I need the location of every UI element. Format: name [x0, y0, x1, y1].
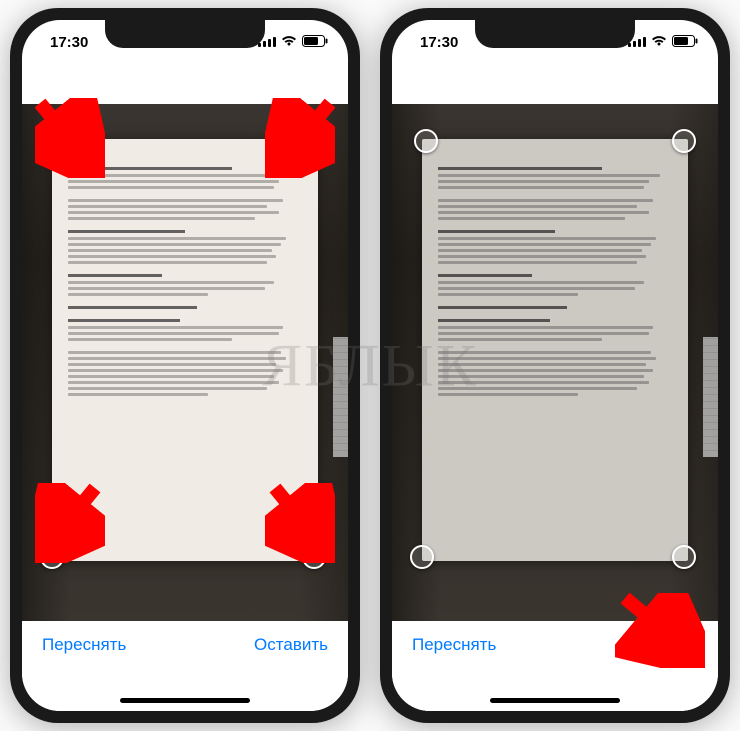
scan-content: Переснять Оставить: [392, 64, 718, 711]
crop-handle-bottom-right[interactable]: [302, 545, 326, 569]
crop-handle-top-left[interactable]: [414, 129, 438, 153]
wifi-icon: [651, 34, 667, 51]
phone-right: 17:30: [380, 8, 730, 723]
crop-handle-bottom-left[interactable]: [410, 545, 434, 569]
battery-icon: [302, 34, 328, 51]
home-indicator[interactable]: [490, 698, 620, 703]
crop-handle-top-right[interactable]: [302, 129, 326, 153]
home-indicator[interactable]: [120, 698, 250, 703]
scan-content: Переснять Оставить: [22, 64, 348, 711]
crop-handle-bottom-right[interactable]: [672, 545, 696, 569]
status-time: 17:30: [412, 34, 458, 51]
crop-handle-top-right[interactable]: [672, 129, 696, 153]
crop-handle-bottom-left[interactable]: [40, 545, 64, 569]
screen: 17:30: [392, 20, 718, 711]
keyboard-edge: [333, 337, 348, 457]
keyboard-edge: [703, 337, 718, 457]
scanned-document: [52, 139, 318, 561]
keep-button[interactable]: Оставить: [254, 635, 328, 655]
status-right: [258, 34, 328, 51]
wifi-icon: [281, 34, 297, 51]
retake-button[interactable]: Переснять: [412, 635, 496, 655]
notch: [105, 20, 265, 48]
crop-handle-top-left[interactable]: [44, 129, 68, 153]
scan-viewport[interactable]: [392, 104, 718, 621]
status-right: [628, 34, 698, 51]
retake-button[interactable]: Переснять: [42, 635, 126, 655]
notch: [475, 20, 635, 48]
phone-left: 17:30: [10, 8, 360, 723]
keep-button[interactable]: Оставить: [624, 635, 698, 655]
scanned-document: [422, 139, 688, 561]
scan-viewport[interactable]: [22, 104, 348, 621]
status-time: 17:30: [42, 34, 88, 51]
screen: 17:30: [22, 20, 348, 711]
battery-icon: [672, 34, 698, 51]
